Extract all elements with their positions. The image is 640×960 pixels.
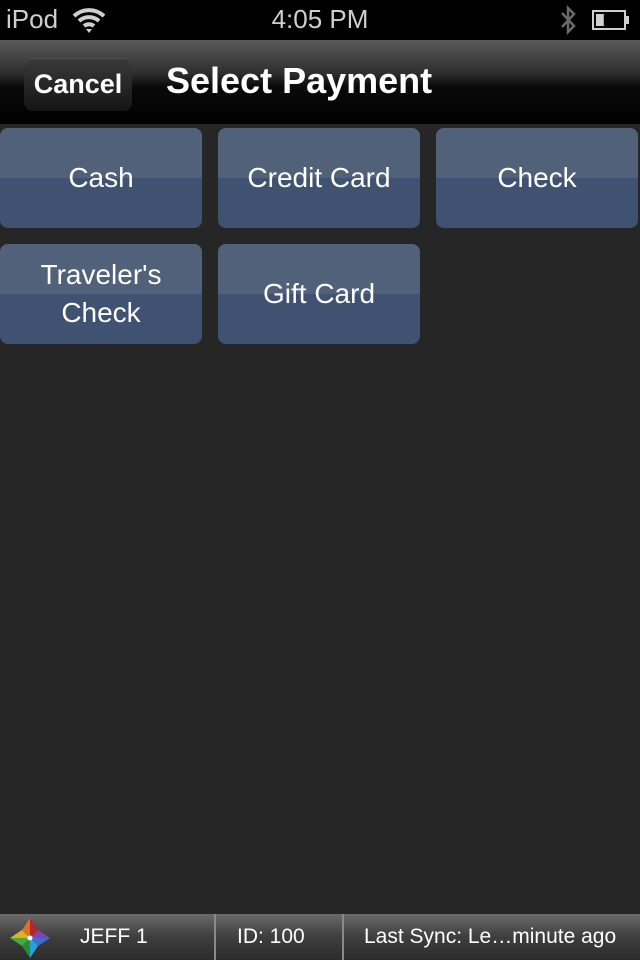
payment-label: Check bbox=[497, 162, 577, 193]
payment-travelers-check-button[interactable]: Traveler's Check bbox=[0, 244, 202, 344]
bluetooth-icon bbox=[561, 4, 576, 36]
payment-label: Traveler's Check bbox=[40, 259, 162, 328]
payment-check-button[interactable]: Check bbox=[436, 128, 638, 228]
app-logo-icon bbox=[10, 918, 50, 958]
battery-icon bbox=[592, 10, 629, 30]
page-title: Select Payment bbox=[166, 60, 433, 101]
bottom-status-bar: JEFF 1 ID: 100 Last Sync: Le…minute ago bbox=[0, 914, 640, 960]
payment-cash-button[interactable]: Cash bbox=[0, 128, 202, 228]
status-time: 4:05 PM bbox=[271, 4, 369, 34]
cancel-button[interactable]: Cancel bbox=[24, 58, 132, 110]
divider bbox=[342, 914, 344, 960]
status-bar: iPod 4:05 PM bbox=[0, 0, 640, 40]
navigation-bar: Cancel Select Payment bbox=[0, 40, 640, 124]
last-sync-status: Last Sync: Le…minute ago bbox=[364, 925, 617, 948]
payment-label: Credit Card bbox=[247, 162, 391, 193]
payment-credit-card-button[interactable]: Credit Card bbox=[218, 128, 420, 228]
payment-label: Cash bbox=[68, 162, 134, 193]
user-name: JEFF 1 bbox=[80, 925, 148, 948]
divider bbox=[214, 914, 216, 960]
payment-gift-card-button[interactable]: Gift Card bbox=[218, 244, 420, 344]
terminal-id: ID: 100 bbox=[237, 925, 305, 948]
battery-level bbox=[596, 14, 604, 26]
payment-label: Gift Card bbox=[262, 278, 376, 309]
